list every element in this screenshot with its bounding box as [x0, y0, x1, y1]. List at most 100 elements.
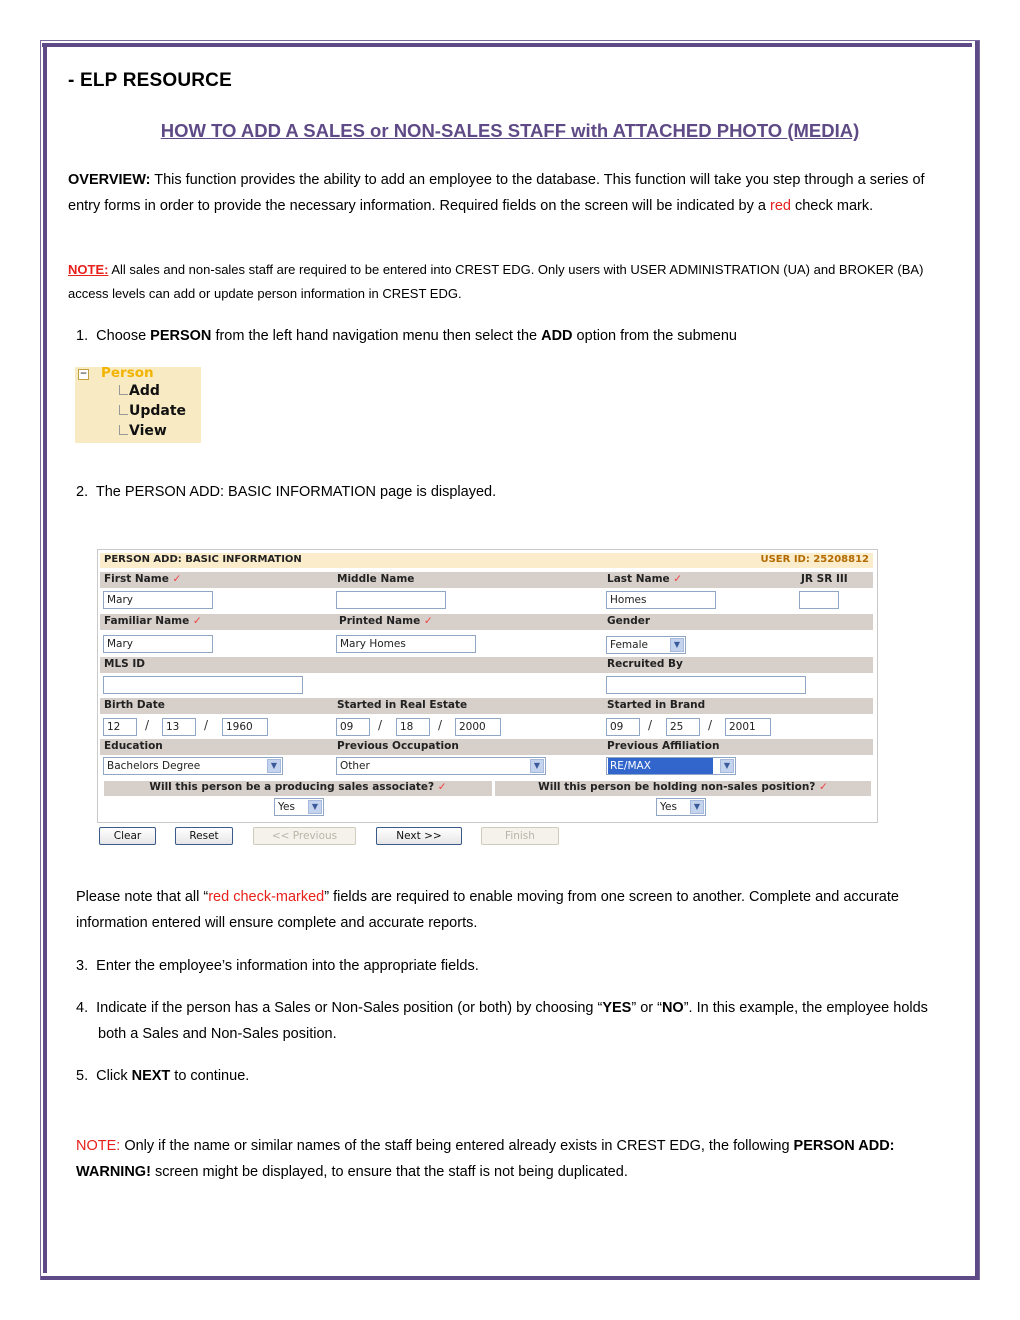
form-header: PERSON ADD: BASIC INFORMATION USER ID: 2…: [100, 553, 873, 568]
started-real-estate-label: Started in Real Estate: [337, 699, 468, 711]
familiar-name-input[interactable]: Mary: [103, 635, 213, 653]
finish-button[interactable]: Finish: [481, 827, 559, 845]
step-number: 2.: [76, 484, 89, 500]
person-nav-menu: − Person Add Update View: [75, 365, 201, 443]
note-2-text: Only if the name or similar names of the…: [120, 1138, 794, 1154]
step-number: 1.: [76, 328, 89, 344]
mls-id-input[interactable]: [103, 676, 303, 694]
nonsales-position-select[interactable]: Yes ▼: [656, 798, 706, 816]
started-re-day-input[interactable]: 18: [396, 718, 430, 736]
step-1-text: Choose: [96, 328, 151, 344]
nav-item-update[interactable]: Update: [129, 403, 186, 419]
started-re-year-input[interactable]: 2000: [455, 718, 501, 736]
required-note-red: red check-marked: [208, 889, 325, 905]
recruited-by-input[interactable]: [606, 676, 806, 694]
gender-select[interactable]: Female ▼: [606, 636, 686, 654]
familiar-name-label: Familiar Name ✓: [104, 615, 202, 627]
suffix-label: JR SR III: [801, 573, 848, 585]
note-paragraph-1: NOTE: All sales and non-sales staff are …: [68, 258, 948, 306]
middle-name-input[interactable]: [336, 591, 446, 609]
required-check-icon: ✓: [437, 781, 447, 793]
chevron-down-icon[interactable]: ▼: [670, 638, 684, 652]
sales-associate-select[interactable]: Yes ▼: [274, 798, 324, 816]
printed-name-input[interactable]: Mary Homes: [336, 635, 476, 653]
clear-button[interactable]: Clear: [99, 827, 156, 845]
step-3-text: Enter the employee’s information into th…: [96, 958, 479, 974]
date-separator: /: [204, 718, 209, 732]
minus-box-icon[interactable]: −: [78, 369, 89, 380]
previous-affiliation-label: Previous Affiliation: [607, 740, 720, 752]
birth-year-input[interactable]: 1960: [222, 718, 268, 736]
started-brand-day-input[interactable]: 25: [666, 718, 700, 736]
overview-paragraph: OVERVIEW: This function provides the abi…: [68, 167, 948, 219]
last-name-input[interactable]: Homes: [606, 591, 716, 609]
nonsales-question-row: Will this person be holding non-sales po…: [495, 781, 871, 796]
step-5-next: NEXT: [131, 1068, 171, 1084]
printed-name-label: Printed Name ✓: [339, 615, 433, 627]
document-title: HOW TO ADD A SALES or NON-SALES STAFF wi…: [160, 120, 860, 141]
birth-month-input[interactable]: 12: [103, 718, 137, 736]
label-row: Education Previous Occupation Previous A…: [100, 739, 873, 755]
education-select[interactable]: Bachelors Degree ▼: [103, 757, 283, 775]
previous-occupation-value: Other: [340, 760, 370, 772]
note-label-1: NOTE:: [68, 262, 109, 277]
resource-heading: - ELP RESOURCE: [68, 70, 232, 91]
step-5-text-post: to continue.: [170, 1068, 250, 1084]
first-name-input[interactable]: Mary: [103, 591, 213, 609]
step-1-add: ADD: [541, 328, 573, 344]
step-4-text: Indicate if the person has a Sales or No…: [96, 1000, 603, 1016]
date-separator: /: [145, 718, 150, 732]
chevron-down-icon[interactable]: ▼: [720, 759, 734, 773]
step-1-person: PERSON: [150, 328, 212, 344]
previous-affiliation-select[interactable]: RE/MAX ▼: [606, 757, 736, 775]
chevron-down-icon[interactable]: ▼: [267, 759, 281, 773]
date-separator: /: [648, 718, 653, 732]
note-paragraph-2: NOTE: Only if the name or similar names …: [76, 1133, 936, 1185]
previous-occupation-select[interactable]: Other ▼: [336, 757, 546, 775]
birth-day-input[interactable]: 13: [162, 718, 196, 736]
nav-item-add[interactable]: Add: [129, 383, 160, 399]
chevron-down-icon[interactable]: ▼: [690, 800, 704, 814]
required-check-icon: ✓: [819, 781, 828, 793]
tree-connector-icon: [119, 385, 128, 395]
step-number: 5.: [76, 1068, 89, 1084]
next-button[interactable]: Next >>: [376, 827, 462, 845]
date-separator: /: [378, 718, 383, 732]
required-check-icon: ✓: [673, 573, 683, 585]
label-row: First Name ✓ Middle Name Last Name ✓ JR …: [100, 572, 873, 588]
form-title: PERSON ADD: BASIC INFORMATION: [104, 554, 302, 565]
chevron-down-icon[interactable]: ▼: [308, 800, 322, 814]
mls-id-label: MLS ID: [104, 658, 145, 670]
step-number: 3.: [76, 958, 89, 974]
overview-label: OVERVIEW:: [68, 172, 151, 188]
nav-item-view[interactable]: View: [129, 423, 167, 439]
step-4-yes: YES: [602, 1000, 632, 1016]
required-check-icon: ✓: [172, 573, 182, 585]
step-1-text-mid: from the left hand navigation menu then …: [211, 328, 542, 344]
step-4-text-mid: ” or “: [631, 1000, 662, 1016]
started-brand-month-input[interactable]: 09: [606, 718, 640, 736]
chevron-down-icon[interactable]: ▼: [530, 759, 544, 773]
previous-button[interactable]: << Previous: [253, 827, 356, 845]
reset-button[interactable]: Reset: [175, 827, 233, 845]
note-2-text-post: screen might be displayed, to ensure tha…: [150, 1164, 628, 1180]
nonsales-question-label: Will this person be holding non-sales po…: [538, 781, 828, 793]
date-separator: /: [438, 718, 443, 732]
started-re-month-input[interactable]: 09: [336, 718, 370, 736]
started-brand-year-input[interactable]: 2001: [725, 718, 771, 736]
education-label: Education: [104, 740, 163, 752]
step-3: 3. Enter the employee’s information into…: [76, 953, 956, 979]
page-frame-bottom: [41, 1276, 979, 1280]
required-check-icon: ✓: [423, 615, 433, 627]
step-1: 1. Choose PERSON from the left hand navi…: [76, 323, 956, 349]
recruited-by-label: Recruited By: [607, 658, 683, 670]
step-4-no: NO: [661, 1000, 684, 1016]
step-5-text: Click: [96, 1068, 132, 1084]
nav-item-person[interactable]: Person: [101, 365, 154, 381]
step-1-text-post: option from the submenu: [572, 328, 737, 344]
required-note-text: Please note that all “: [76, 889, 209, 905]
middle-name-label: Middle Name: [337, 573, 415, 585]
first-name-label: First Name ✓: [104, 573, 182, 585]
note-text-1: All sales and non-sales staff are requir…: [68, 262, 924, 301]
suffix-input[interactable]: [799, 591, 839, 609]
